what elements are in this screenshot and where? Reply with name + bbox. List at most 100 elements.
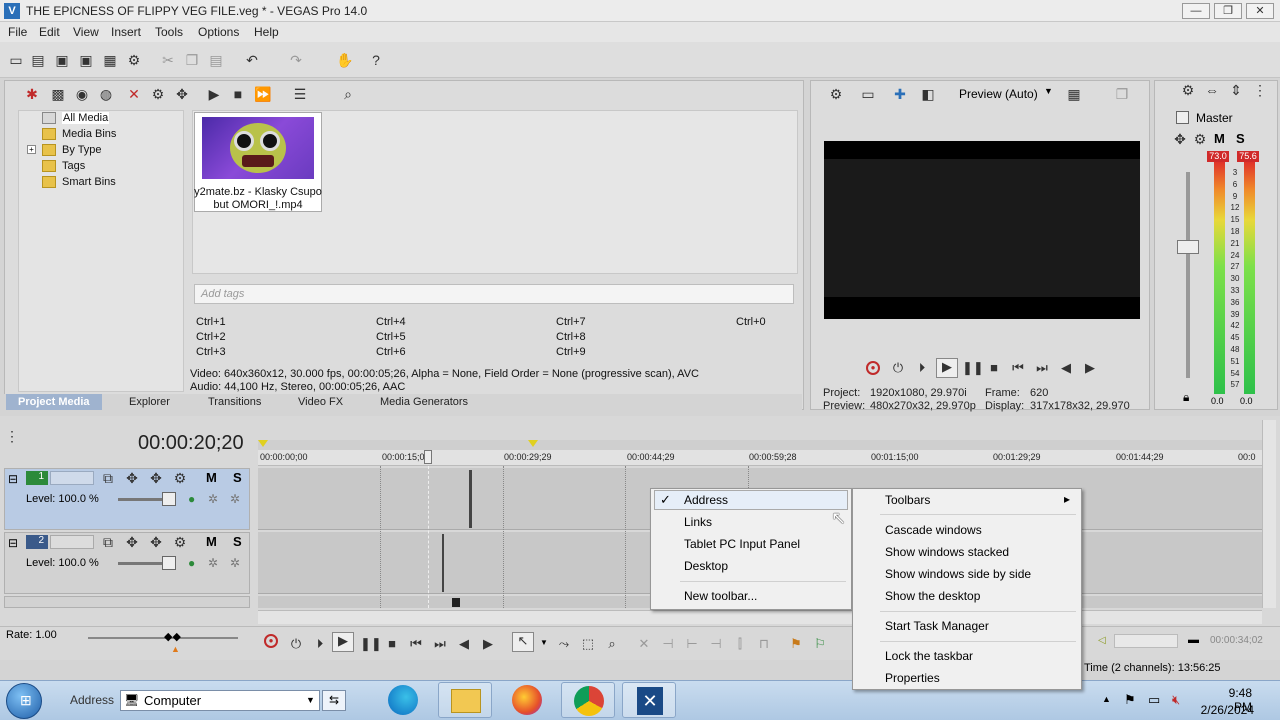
- undo-icon[interactable]: ↶: [244, 52, 260, 68]
- split-icon[interactable]: ⫿: [732, 636, 748, 652]
- downmix-icon[interactable]: ⇔: [1204, 82, 1220, 98]
- go-to-end-icon[interactable]: ⏭: [432, 636, 448, 652]
- track-fx-icon[interactable]: ⚙: [172, 534, 188, 550]
- master-settings-gear-icon[interactable]: ⚙: [1180, 82, 1196, 98]
- selection-start-field[interactable]: [1114, 634, 1178, 648]
- chevron-down-icon[interactable]: ▼: [540, 638, 548, 647]
- previous-frame-icon[interactable]: ◀: [1058, 360, 1074, 376]
- track-2-mute-button[interactable]: M: [206, 534, 217, 549]
- rate-slider-handle[interactable]: ◆◆: [164, 630, 181, 643]
- get-media-icon[interactable]: ◉: [74, 86, 90, 102]
- track-motion-icon[interactable]: ✥: [148, 470, 164, 486]
- record-icon[interactable]: ●: [264, 634, 278, 648]
- master-solo-button[interactable]: S: [1236, 131, 1245, 146]
- redo-icon[interactable]: ↷: [288, 52, 304, 68]
- track-fx-icon[interactable]: ⚙: [172, 470, 188, 486]
- firefox-app-button[interactable]: [500, 682, 554, 718]
- selection-tool-icon[interactable]: ⬚: [580, 636, 596, 652]
- tab-transitions[interactable]: Transitions: [196, 394, 273, 410]
- menu-insert[interactable]: Insert: [111, 25, 141, 39]
- menu-item-links[interactable]: Links: [684, 515, 712, 529]
- next-frame-icon[interactable]: ▶: [1082, 360, 1098, 376]
- playhead-handle[interactable]: [424, 450, 432, 464]
- clock-date[interactable]: 2/26/2024: [1196, 703, 1254, 717]
- collapse-track-icon[interactable]: ⊟: [8, 472, 18, 486]
- record-icon[interactable]: ●: [866, 361, 880, 375]
- compositing-mode-icon[interactable]: ⧉: [100, 470, 116, 486]
- menu-options[interactable]: Options: [198, 25, 239, 39]
- tree-item-smart-bins[interactable]: Smart Bins: [42, 176, 116, 189]
- action-center-flag-icon[interactable]: ⚑: [1124, 692, 1136, 708]
- bus-fx-icon[interactable]: ⚙: [1192, 131, 1208, 147]
- parent-motion-icon[interactable]: ✥: [124, 470, 140, 486]
- save-as-icon[interactable]: ▣: [78, 52, 94, 68]
- tree-item-all-media[interactable]: All Media: [42, 112, 110, 125]
- chrome-app-button[interactable]: [561, 682, 615, 718]
- marker-icon[interactable]: ⚑: [788, 636, 804, 652]
- play-from-start-icon[interactable]: ⏵: [312, 636, 328, 652]
- parent-motion-icon[interactable]: ✥: [124, 534, 140, 550]
- go-button[interactable]: ⇆: [322, 690, 346, 711]
- tags-input[interactable]: Add tags: [194, 284, 794, 304]
- stop-media-icon[interactable]: ■: [230, 86, 246, 102]
- play-media-icon[interactable]: ▶: [206, 86, 222, 102]
- vegas-app-button[interactable]: ✕: [622, 682, 676, 718]
- preview-quality-dropdown[interactable]: Preview (Auto): [959, 87, 1038, 101]
- tree-item-media-bins[interactable]: Media Bins: [42, 128, 116, 141]
- menu-help[interactable]: Help: [254, 25, 279, 39]
- menu-tools[interactable]: Tools: [155, 25, 183, 39]
- overlays-icon[interactable]: ◧: [920, 86, 936, 102]
- track-1-solo-button[interactable]: S: [233, 470, 242, 485]
- compositing-mode-icon[interactable]: ⧉: [100, 534, 116, 550]
- open-folder-icon[interactable]: ▤: [30, 52, 46, 68]
- go-to-start-icon[interactable]: ⏮: [1010, 360, 1026, 376]
- normal-edit-tool-icon[interactable]: ↖: [512, 632, 534, 652]
- remove-media-icon[interactable]: ✕: [126, 86, 142, 102]
- new-file-icon[interactable]: ▭: [8, 52, 24, 68]
- loop-region-bar[interactable]: [258, 440, 1262, 450]
- envelope-tool-icon[interactable]: ⤳: [556, 636, 572, 652]
- chevron-down-icon[interactable]: ▼: [1044, 86, 1053, 96]
- capture-icon[interactable]: ▩: [50, 86, 66, 102]
- external-monitor-icon[interactable]: ▭: [860, 86, 876, 102]
- play-icon[interactable]: ▶: [332, 632, 354, 652]
- track-name-field[interactable]: [50, 535, 94, 549]
- zoom-tool-icon[interactable]: ⌕: [604, 636, 620, 652]
- media-fx-icon[interactable]: ⚙: [150, 86, 166, 102]
- minimize-button[interactable]: —: [1182, 3, 1210, 19]
- bus-pan-icon[interactable]: ✥: [1172, 131, 1188, 147]
- loop-icon[interactable]: ⏻: [890, 360, 906, 376]
- menu-item-cascade-windows[interactable]: Cascade windows: [885, 523, 982, 537]
- master-mute-button[interactable]: M: [1214, 131, 1225, 146]
- trim-end-icon[interactable]: ⊣: [708, 636, 724, 652]
- menu-item-desktop[interactable]: Desktop: [684, 559, 728, 573]
- media-properties-icon[interactable]: ✥: [174, 86, 190, 102]
- track-effect-icon[interactable]: ✲: [208, 556, 218, 570]
- master-options-icon[interactable]: ⋮: [1252, 82, 1268, 98]
- explorer-app-button[interactable]: [438, 682, 492, 718]
- loop-icon[interactable]: ⏻: [288, 636, 304, 652]
- track-effect-icon[interactable]: ✲: [230, 492, 240, 506]
- menu-edit[interactable]: Edit: [39, 25, 60, 39]
- stop-icon[interactable]: ■: [986, 360, 1002, 376]
- menu-item-tablet-pc-input-panel[interactable]: Tablet PC Input Panel: [684, 537, 800, 551]
- tab-project-media[interactable]: Project Media: [6, 394, 102, 410]
- maximize-button[interactable]: ❐: [1214, 3, 1242, 19]
- close-button[interactable]: ✕: [1246, 3, 1274, 19]
- dim-icon[interactable]: ⇕: [1228, 82, 1244, 98]
- track-effect-icon[interactable]: ✲: [208, 492, 218, 506]
- tree-item-by-type[interactable]: By Type: [42, 144, 102, 157]
- track-name-field[interactable]: [50, 471, 94, 485]
- copy-icon[interactable]: ❐: [184, 52, 200, 68]
- views-icon[interactable]: ☰: [292, 86, 308, 102]
- menu-item-properties[interactable]: Properties: [885, 671, 940, 685]
- menu-view[interactable]: View: [73, 25, 99, 39]
- tree-item-tags[interactable]: Tags: [42, 160, 85, 173]
- track-1-mute-button[interactable]: M: [206, 470, 217, 485]
- network-icon[interactable]: ▭: [1148, 692, 1160, 708]
- paste-icon[interactable]: ▤: [208, 52, 224, 68]
- copy-snapshot-icon[interactable]: ❐: [1114, 86, 1130, 102]
- split-screen-icon[interactable]: ✚: [892, 86, 908, 102]
- track-motion-icon[interactable]: ✥: [148, 534, 164, 550]
- properties-gear-icon[interactable]: ⚙: [126, 52, 142, 68]
